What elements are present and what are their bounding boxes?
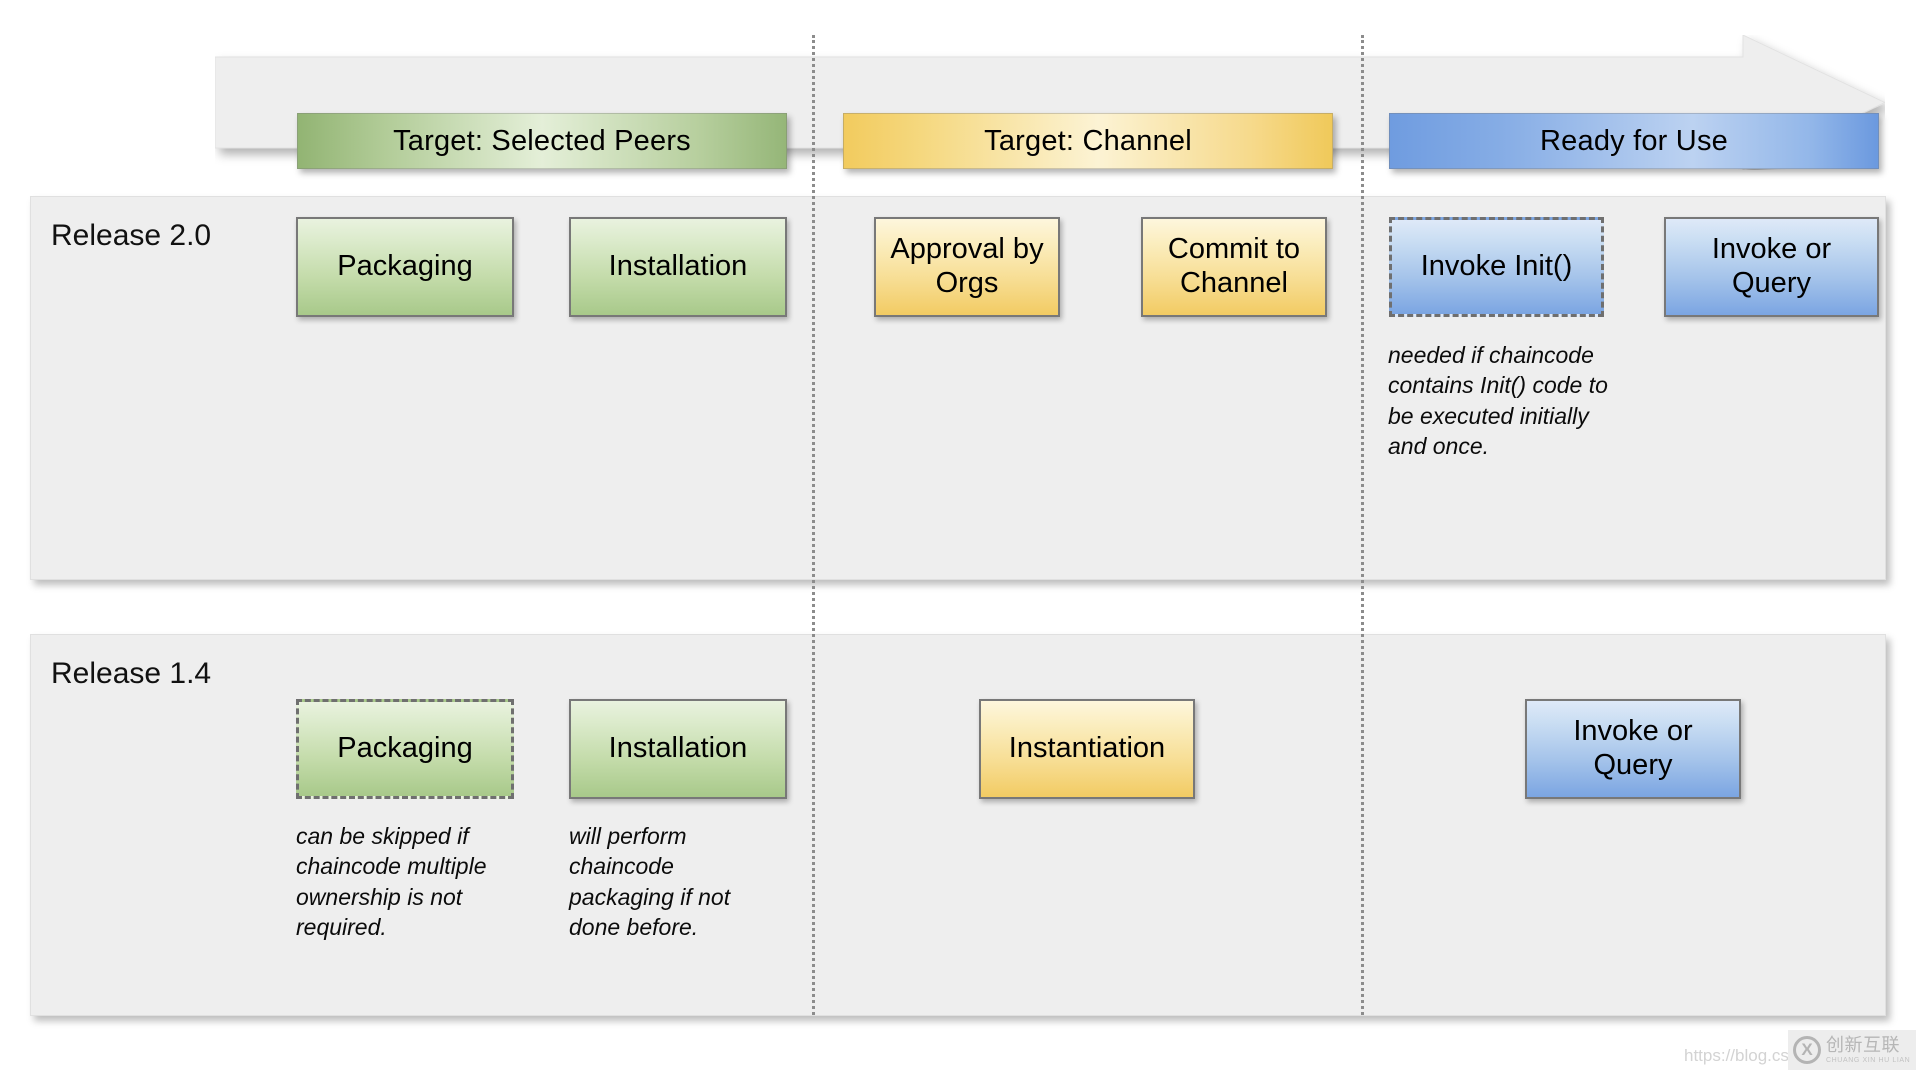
release-row-2-0: Release 2.0 Packaging Installation Appro… [30,196,1886,580]
step-box-invoke-or-query-r20[interactable]: Invoke or Query [1664,217,1879,317]
phase-header-selected-peers[interactable]: Target: Selected Peers [297,113,787,169]
watermark-logo: X 创新互联 CHUANG XIN HU LIAN [1788,1030,1916,1070]
watermark-circle-x-icon: X [1793,1036,1821,1064]
phase-header-label: Ready for Use [1540,124,1728,157]
step-box-invoke-init[interactable]: Invoke Init() [1389,217,1604,317]
phase-header-channel[interactable]: Target: Channel [843,113,1333,169]
step-box-label: Packaging [337,250,473,283]
phase-header-label: Target: Channel [984,124,1192,157]
step-box-label: Instantiation [1008,732,1166,765]
watermark-text-group: 创新互联 CHUANG XIN HU LIAN [1826,1036,1910,1064]
step-box-label: Commit to Channel [1167,233,1301,299]
note-packaging-r14: can be skipped if chaincode multiple own… [296,823,487,941]
step-box-label: Installation [608,250,748,283]
watermark-brand-cn: 创新互联 [1826,1035,1900,1055]
step-box-label: Installation [608,732,748,765]
step-box-packaging-r20[interactable]: Packaging [296,217,514,317]
lane-divider-channel-ready [1361,35,1364,1015]
phase-header-label: Target: Selected Peers [393,124,691,157]
step-box-installation-r14[interactable]: Installation [569,699,787,799]
lane-divider-peers-channel [812,35,815,1015]
step-box-label: Invoke or Query [1573,715,1693,781]
step-box-invoke-or-query-r14[interactable]: Invoke or Query [1525,699,1741,799]
step-box-commit-to-channel[interactable]: Commit to Channel [1141,217,1327,317]
phase-header-ready-for-use[interactable]: Ready for Use [1389,113,1879,169]
note-installation-r14: will perform chaincode packaging if not … [569,823,731,941]
step-box-packaging-r14[interactable]: Packaging [296,699,514,799]
step-box-label: Invoke or Query [1711,233,1832,299]
step-box-label: Approval by Orgs [890,233,1044,299]
release-label: Release 2.0 [51,219,212,252]
step-box-instantiation[interactable]: Instantiation [979,699,1195,799]
step-box-label: Invoke Init() [1420,250,1573,283]
step-box-label: Packaging [337,732,473,765]
phase-arrow-banner: Target: Selected Peers Target: Channel R… [215,35,1885,170]
step-box-approval-by-orgs[interactable]: Approval by Orgs [874,217,1060,317]
note-invoke-init: needed if chaincode contains Init() code… [1388,342,1608,460]
watermark-brand-pinyin: CHUANG XIN HU LIAN [1826,1057,1911,1064]
release-label: Release 1.4 [51,657,212,690]
step-box-installation-r20[interactable]: Installation [569,217,787,317]
release-row-1-4: Release 1.4 Packaging Installation Insta… [30,634,1886,1016]
